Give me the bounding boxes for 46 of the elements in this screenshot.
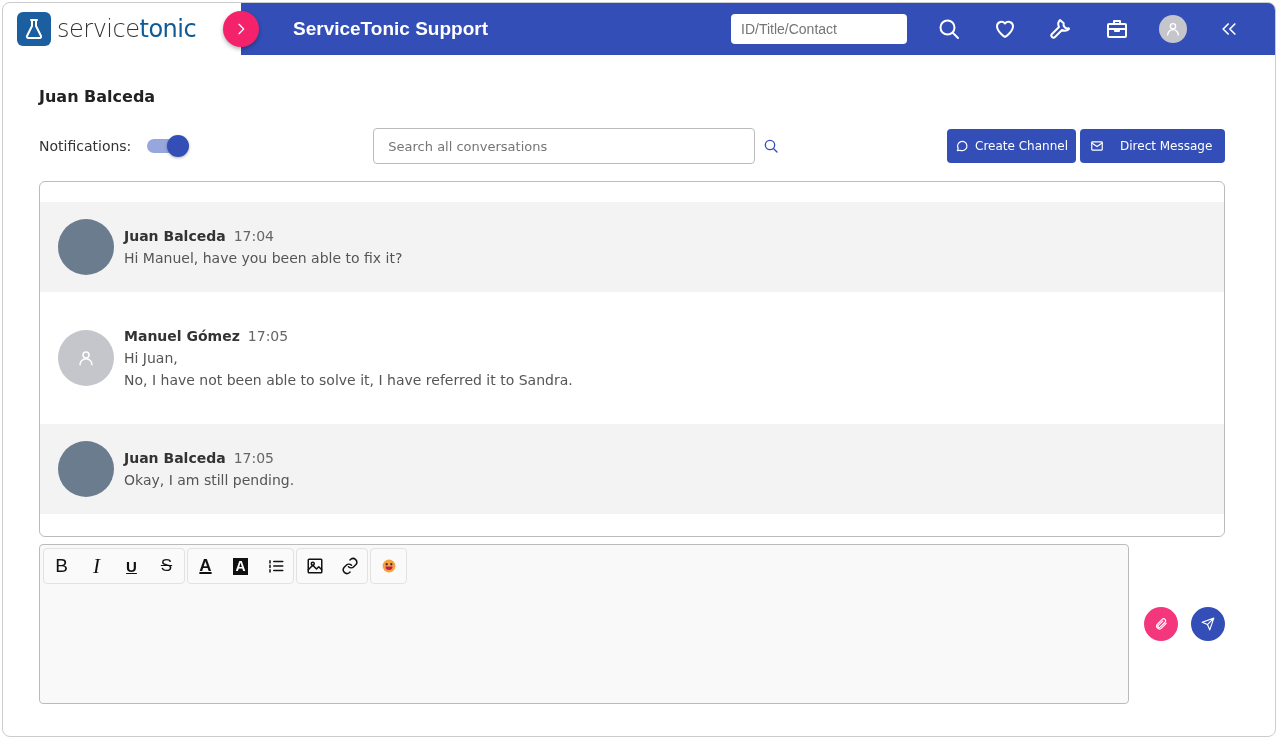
author-name: Juan Balceda — [124, 450, 226, 466]
message-text: Hi Juan, — [124, 350, 179, 366]
notifications-label: Notifications: — [39, 138, 132, 154]
strike-button[interactable]: S — [149, 549, 184, 583]
color-button[interactable]: A — [188, 549, 223, 583]
message-time: 17:05 — [247, 328, 289, 344]
envelope-icon — [1090, 139, 1104, 153]
message-text: Hi Manuel, have you been able to fix it? — [124, 250, 403, 266]
page-title: Juan Balceda — [39, 87, 157, 106]
message-time: 17:04 — [233, 228, 274, 244]
direct-message-button[interactable]: Direct Message — [1080, 129, 1225, 163]
notifications-switch[interactable] — [147, 135, 190, 157]
search-field[interactable]: ID/Title/Contact — [731, 14, 907, 44]
chat-bubble-icon — [955, 139, 970, 153]
numbered-list-icon — [266, 557, 285, 575]
message-time: 17:05 — [233, 450, 274, 466]
search-icon — [763, 138, 780, 154]
message-text: Okay, I am still pending. — [124, 472, 295, 488]
avatar-photo-placeholder — [58, 219, 114, 275]
create-channel-button[interactable]: Create Channel — [947, 129, 1076, 163]
send-icon — [1201, 617, 1215, 631]
user-icon — [77, 349, 95, 367]
italic-button[interactable]: I — [79, 549, 114, 583]
expand-button[interactable] — [223, 11, 259, 47]
search-button[interactable] — [763, 138, 780, 154]
search-icon — [937, 17, 961, 41]
paperclip-icon — [1154, 617, 1169, 631]
user-icon — [1165, 21, 1181, 37]
underline-button[interactable]: U — [114, 549, 149, 583]
message-text: No, I have not been able to solve it, I have referred it to Sandra. — [124, 372, 573, 388]
message-editor[interactable]: B I U S A A — [39, 544, 1130, 704]
author-name: Juan Balceda — [124, 228, 226, 244]
logo-text: servicetonic — [57, 15, 197, 43]
wrench-icon — [1049, 17, 1073, 41]
attach-button[interactable] — [1144, 607, 1179, 641]
avatar-photo-placeholder — [58, 441, 114, 497]
conversation-search-field[interactable]: Search all conversations — [373, 128, 756, 164]
send-button[interactable] — [1191, 607, 1225, 641]
app-title: ServiceTonic Support — [293, 18, 489, 40]
background-color-button[interactable]: A — [223, 549, 258, 583]
bold-button[interactable]: B — [44, 549, 79, 583]
image-icon — [305, 557, 324, 575]
author-name: Manuel Gómez — [124, 328, 240, 344]
smiley-icon — [381, 559, 396, 573]
briefcase-icon — [1105, 17, 1129, 41]
link-icon — [340, 557, 359, 575]
